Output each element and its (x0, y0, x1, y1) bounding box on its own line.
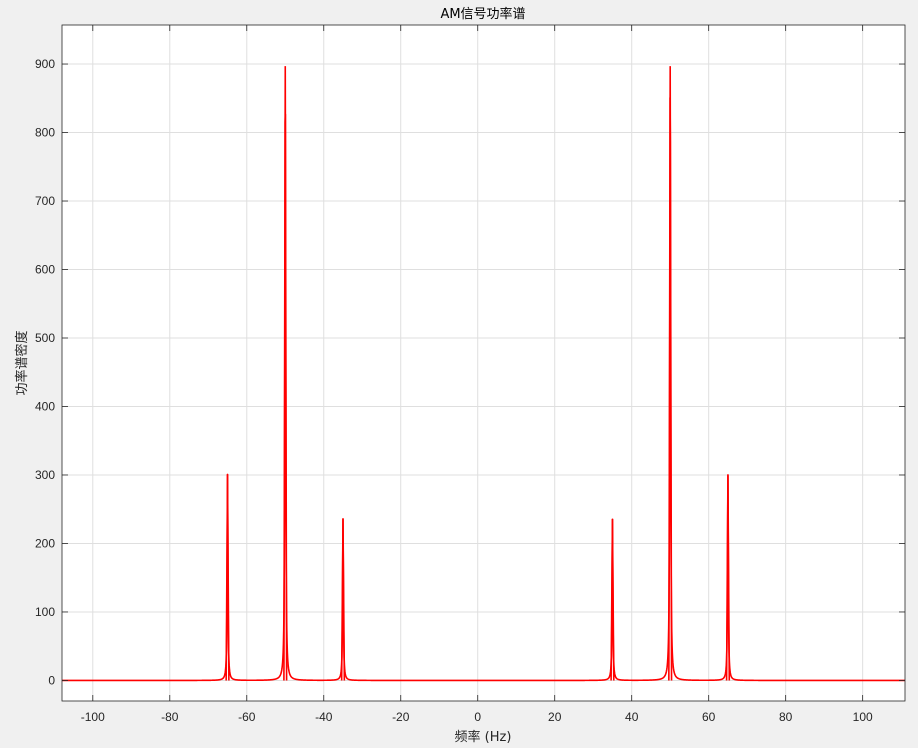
x-tick-label: 0 (474, 710, 481, 724)
x-tick-label: 80 (779, 710, 793, 724)
x-tick-label: 60 (702, 710, 716, 724)
y-tick-label: 100 (35, 605, 55, 619)
y-tick-label: 200 (35, 536, 55, 550)
plot-area (62, 25, 905, 701)
y-tick-label: 0 (48, 673, 55, 687)
y-tick-label: 700 (35, 194, 55, 208)
y-tick-label: 400 (35, 399, 55, 413)
y-axis-label: 功率谱密度 (14, 330, 30, 395)
x-axis-label: 频率 (Hz) (455, 729, 512, 745)
chart-title: AM信号功率谱 (440, 6, 525, 22)
x-tick-label: -100 (81, 710, 105, 724)
y-tick-label: 800 (35, 126, 55, 140)
x-tick-label: 40 (625, 710, 639, 724)
y-tick-label: 500 (35, 331, 55, 345)
x-tick-label: -60 (238, 710, 256, 724)
x-tick-label: -80 (161, 710, 179, 724)
y-tick-label: 300 (35, 468, 55, 482)
x-tick-label: 20 (548, 710, 562, 724)
x-tick-label: -20 (392, 710, 410, 724)
y-tick-label: 600 (35, 263, 55, 277)
y-tick-label: 900 (35, 57, 55, 71)
x-tick-label: -40 (315, 710, 333, 724)
figure: -100 -80 -60 -40 -20 0 20 40 60 80 100 0 100 200 300 4… (14, 6, 906, 745)
x-tick-label: 100 (853, 710, 873, 724)
